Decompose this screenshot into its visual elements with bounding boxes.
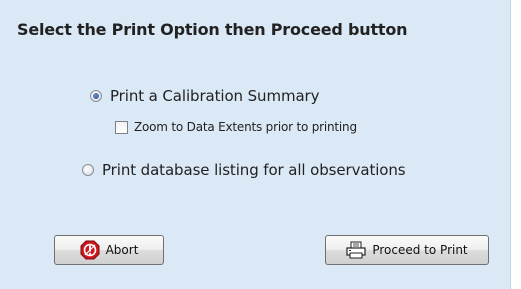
dialog-title: Select the Print Option then Proceed but… <box>17 20 408 39</box>
option-calibration-summary[interactable]: Print a Calibration Summary <box>90 87 320 105</box>
print-options-dialog: Select the Print Option then Proceed but… <box>0 0 510 289</box>
proceed-to-print-button[interactable]: Proceed to Print <box>325 235 489 265</box>
window-edge <box>510 0 511 289</box>
calibration-summary-label: Print a Calibration Summary <box>110 87 320 105</box>
option-database-listing[interactable]: Print database listing for all observati… <box>82 161 406 179</box>
zoom-extents-label: Zoom to Data Extents prior to printing <box>134 120 357 134</box>
zoom-extents-checkbox[interactable] <box>115 120 128 134</box>
abort-button[interactable]: Abort <box>54 235 164 265</box>
printer-icon <box>346 241 366 259</box>
database-listing-label: Print database listing for all observati… <box>102 161 406 179</box>
calibration-summary-radio[interactable] <box>90 90 102 102</box>
proceed-button-label: Proceed to Print <box>372 243 468 257</box>
stop-sign-icon <box>80 240 100 260</box>
database-listing-radio[interactable] <box>82 164 94 176</box>
abort-button-label: Abort <box>105 243 139 257</box>
option-zoom-extents[interactable]: Zoom to Data Extents prior to printing <box>115 120 357 134</box>
